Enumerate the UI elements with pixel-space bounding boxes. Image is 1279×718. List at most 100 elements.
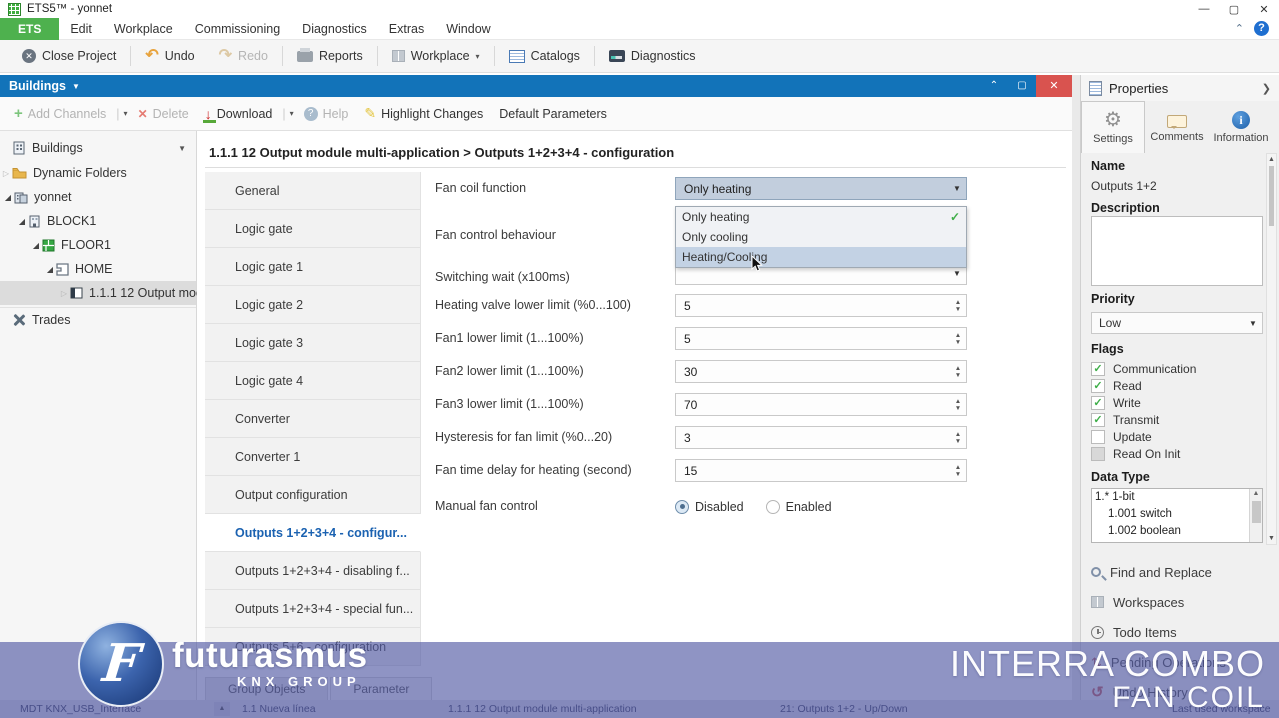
panel-title[interactable]: Buildings [0,79,66,93]
default-parameters-button[interactable]: Default Parameters [493,107,613,121]
spinner-icon[interactable]: ▲▼ [950,299,966,313]
status-object[interactable]: 21: Outputs 1+2 - Up/Down [780,700,908,718]
catalogs-button[interactable]: Catalogs [497,43,592,69]
download-dropdown-icon[interactable]: ▾ [290,109,294,118]
tree-header-caret-icon[interactable]: ▼ [178,144,186,153]
delete-button[interactable]: ✕ Delete [132,107,195,121]
todo-items-item[interactable]: Todo Items [1091,621,1177,643]
nav-logic-gate-2[interactable]: Logic gate 2 [205,286,421,324]
scroll-thumb[interactable] [1252,501,1261,523]
panel-close-button[interactable]: ✕ [1036,75,1072,97]
nav-outputs-1234-special[interactable]: Outputs 1+2+3+4 - special fun... [205,590,421,628]
scroll-thumb[interactable] [1269,166,1274,226]
tree-item-device[interactable]: ▷ 1.1.1 12 Output mod... [0,281,196,305]
menu-window[interactable]: Window [435,18,501,40]
tab-parameter[interactable]: Parameter [330,677,432,700]
tree-header[interactable]: Buildings ▼ [0,135,196,161]
numeric-input[interactable] [676,431,950,445]
checkbox-icon[interactable]: ✓ [1091,379,1105,393]
numeric-input[interactable] [676,464,950,478]
help-icon[interactable]: ? [1254,21,1269,36]
checkbox-icon[interactable] [1091,430,1105,444]
status-interface[interactable]: MDT KNX_USB_Interface [20,700,141,718]
panel-collapse-icon[interactable]: ⌃ [980,75,1008,97]
nav-logic-gate-1[interactable]: Logic gate 1 [205,248,421,286]
spinner-icon[interactable]: ▲▼ [950,431,966,445]
spinner-icon[interactable]: ▲▼ [950,464,966,478]
fan3-lower-limit-input[interactable]: ▲▼ [675,393,967,416]
close-project-button[interactable]: ✕ Close Project [10,43,128,69]
description-input[interactable] [1091,216,1263,286]
datatype-item[interactable]: 1.002 boolean [1092,523,1262,540]
checkbox-icon[interactable]: ✓ [1091,362,1105,376]
redo-button[interactable]: ↷ Redo [207,43,280,69]
numeric-input[interactable] [676,365,950,379]
panel-title-caret-icon[interactable]: ▼ [72,82,80,91]
undo-button[interactable]: ↶ Undo [133,43,206,69]
tree-item-block1[interactable]: ◢ BLOCK1 [0,209,196,233]
flag-read[interactable]: ✓ Read [1091,377,1142,394]
nav-logic-gate[interactable]: Logic gate [205,210,421,248]
panel-maximize-icon[interactable]: ▢ [1008,75,1036,97]
datatype-item[interactable]: 1.003 enable [1092,540,1262,543]
numeric-input[interactable] [676,332,950,346]
expander-icon[interactable]: ◢ [2,193,14,202]
numeric-input[interactable] [676,398,950,412]
hysteresis-input[interactable]: ▲▼ [675,426,967,449]
scroll-down-icon[interactable]: ▼ [1267,535,1276,542]
tab-settings[interactable]: ⚙ Settings [1081,101,1145,153]
add-channels-dropdown-icon[interactable]: ▾ [124,109,128,118]
flag-read-on-init[interactable]: Read On Init [1091,445,1180,462]
tree-item-dynamic-folders[interactable]: ▷ Dynamic Folders [0,161,196,185]
dropdown-option-only-heating[interactable]: Only heating ✓ [676,207,966,227]
flag-update[interactable]: Update [1091,428,1152,445]
heating-valve-lower-limit-input[interactable]: ▲▼ [675,294,967,317]
fan-time-delay-input[interactable]: ▲▼ [675,459,967,482]
fan-coil-function-combo[interactable]: Only heating ▼ [675,177,967,200]
tree-item-trades[interactable]: Trades [0,307,196,331]
pending-operations-item[interactable]: ⇅ Pending Operations [1091,651,1226,673]
highlight-changes-button[interactable]: ✎ Highlight Changes [358,105,489,122]
tab-comments[interactable]: Comments [1145,101,1209,153]
radio-disabled[interactable]: Disabled [675,500,744,514]
find-and-replace-item[interactable]: Find and Replace [1091,561,1212,583]
spinner-icon[interactable]: ▲▼ [950,398,966,412]
tab-information[interactable]: i Information [1209,101,1273,153]
checkbox-icon[interactable] [1091,447,1105,461]
radio-enabled[interactable]: Enabled [766,500,832,514]
status-device[interactable]: 1.1.1 12 Output module multi-application [448,700,637,718]
status-workspace[interactable]: Last used workspace [1172,700,1271,718]
tree-item-home[interactable]: ◢ HOME [0,257,196,281]
status-expand-icon[interactable]: ▲ [214,702,230,716]
numeric-input[interactable] [676,299,950,313]
nav-outputs-1234-disabling[interactable]: Outputs 1+2+3+4 - disabling f... [205,552,421,590]
flag-transmit[interactable]: ✓ Transmit [1091,411,1159,428]
tree-item-floor1[interactable]: ◢ FLOOR1 [0,233,196,257]
help-button[interactable]: ? Help [298,107,355,121]
collapse-ribbon-icon[interactable]: ⌃ [1235,22,1244,35]
nav-logic-gate-4[interactable]: Logic gate 4 [205,362,421,400]
data-type-listbox[interactable]: 1.* 1-bit 1.001 switch 1.002 boolean 1.0… [1091,488,1263,543]
add-channels-button[interactable]: + Add Channels [8,105,112,122]
nav-converter[interactable]: Converter [205,400,421,438]
scroll-up-icon[interactable]: ▲ [1250,490,1262,497]
scroll-up-icon[interactable]: ▲ [1267,156,1276,163]
panel-splitter[interactable] [1072,75,1080,718]
datatype-item[interactable]: 1.001 switch [1092,506,1262,523]
menu-edit[interactable]: Edit [59,18,103,40]
collapse-panel-icon[interactable]: ❯ [1262,82,1271,95]
checkbox-icon[interactable]: ✓ [1091,396,1105,410]
download-button[interactable]: ↓ Download [199,107,279,121]
nav-general[interactable]: General [205,172,421,210]
restore-button[interactable]: ▢ [1219,3,1249,16]
menu-diagnostics[interactable]: Diagnostics [291,18,378,40]
workplace-button[interactable]: Workplace ▾ [380,43,492,69]
menu-commissioning[interactable]: Commissioning [184,18,291,40]
spinner-icon[interactable]: ▲▼ [950,332,966,346]
menu-ets[interactable]: ETS [0,18,59,40]
dropdown-option-only-cooling[interactable]: Only cooling [676,227,966,247]
workspaces-item[interactable]: Workspaces [1091,591,1184,613]
menu-workplace[interactable]: Workplace [103,18,184,40]
dropdown-option-heating-cooling[interactable]: Heating/Cooling [676,247,966,267]
expander-icon[interactable]: ◢ [30,241,42,250]
